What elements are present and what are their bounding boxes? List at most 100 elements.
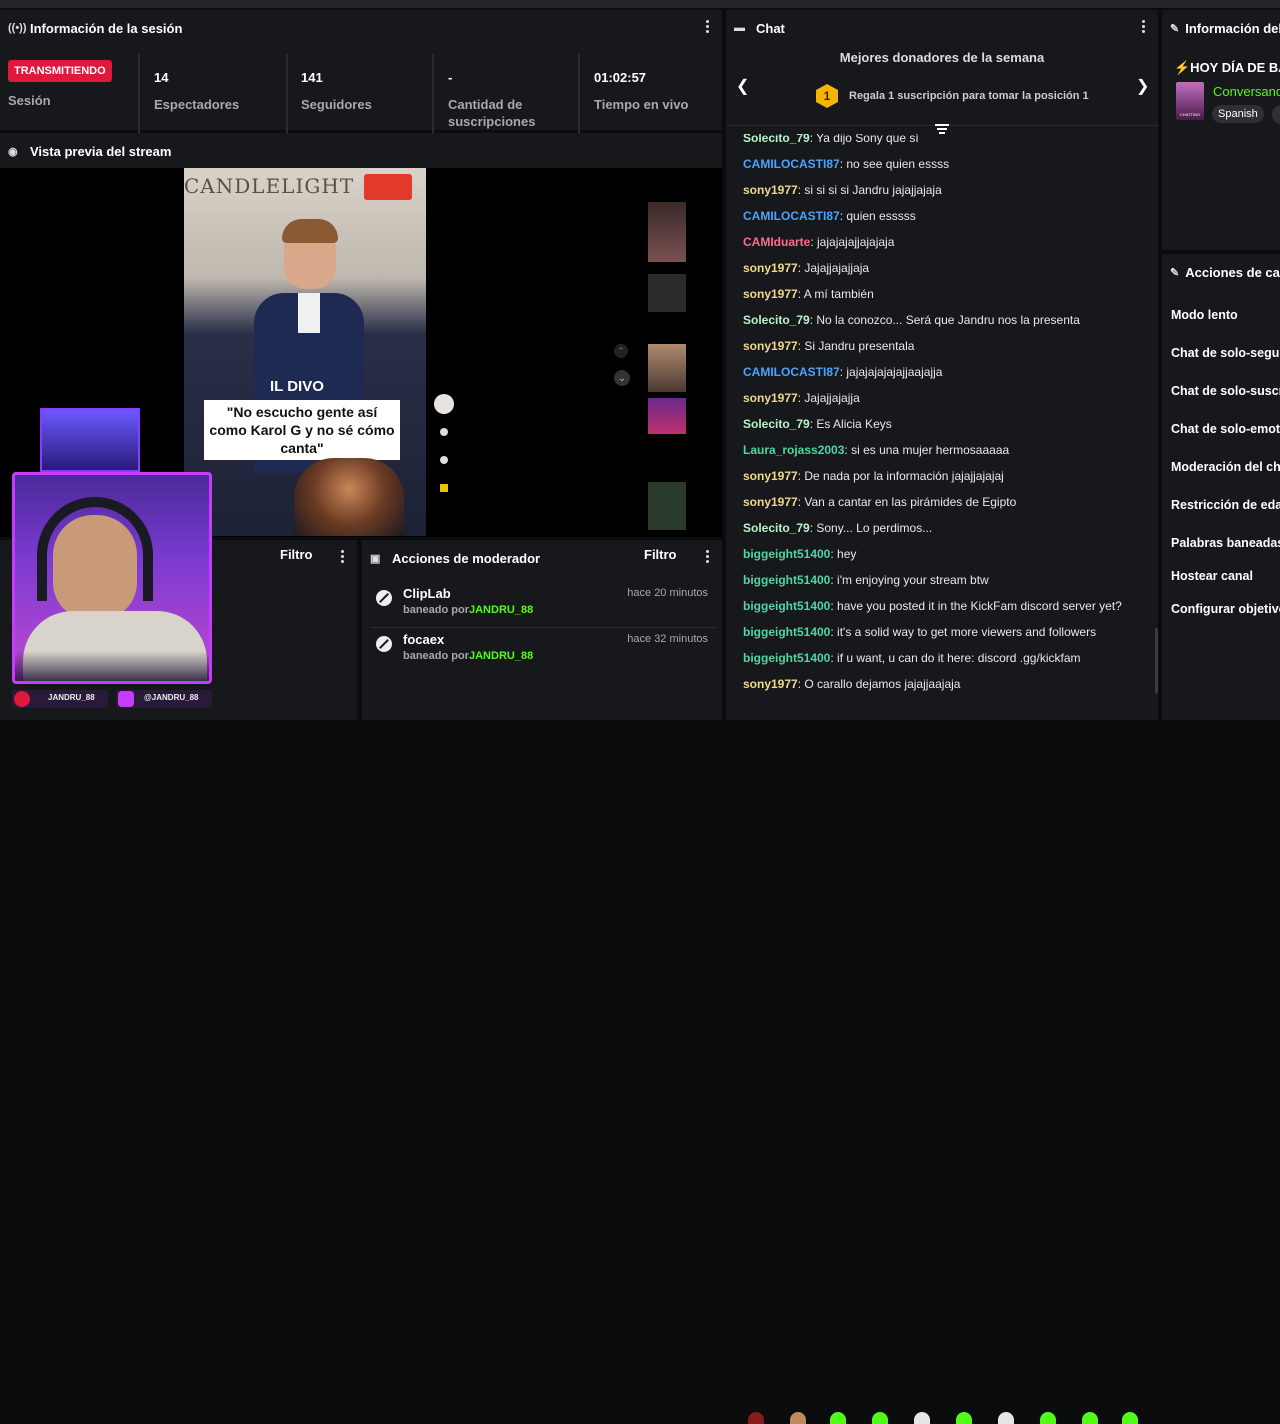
chat-text: si es una mujer hermosaaaaa [851,443,1010,457]
prev-arrow-icon[interactable]: ❮ [736,76,749,96]
chat-username[interactable]: CAMILOCASTI87 [743,365,840,379]
chat-separator: : [810,235,818,249]
emote-icon[interactable] [1122,1412,1138,1424]
chat-username[interactable]: biggeight51400 [743,599,830,613]
webcam-mountains [15,651,209,681]
mod-item-by[interactable]: JANDRU_88 [469,604,533,616]
rank-badge-icon: 1 [816,84,838,108]
ban-icon [376,636,392,652]
stream-title: ⚡HOY DÍA DE BAT [1174,60,1280,75]
emote-icon[interactable] [790,1412,806,1424]
action-chat-moderation[interactable]: Moderación del cha [1171,460,1280,474]
social-bar-2: @JANDRU_88 [116,690,212,708]
overlay-top-text: CANDLELIGHT [184,174,355,198]
emote-icon[interactable] [830,1412,846,1424]
youtube-icon [14,691,30,707]
action-emote-only[interactable]: Chat de solo-emote [1171,422,1280,436]
stream-info-panel: ✎ Información del ⚡HOY DÍA DE BAT CHATTI… [1162,10,1280,250]
chat-username[interactable]: sony1977 [743,391,798,405]
action-followers-only[interactable]: Chat de solo-segui [1171,346,1280,360]
chat-username[interactable]: sony1977 [743,495,798,509]
status-label: Sesión [8,93,51,108]
left-lower-menu-icon[interactable] [339,550,345,566]
wrench-icon: ✎ [1170,266,1180,279]
mod-actions-title: Acciones de moderador [392,550,541,566]
chat-text: De nada por la información jajajjajajaj [804,469,1004,483]
emote-icon[interactable] [872,1412,888,1424]
mod-action-item[interactable]: ClipLab baneado por JANDRU_88 hace 20 mi… [370,582,716,628]
action-age-restriction[interactable]: Restricción de eda [1171,498,1280,512]
chat-text: Es Alicia Keys [816,417,892,431]
stream-info-header: ✎ Información del [1162,10,1280,46]
instagram-icon [118,691,134,707]
next-arrow-icon[interactable]: ❯ [1136,76,1149,96]
chat-username[interactable]: CAMIduarte [743,235,810,249]
category-thumbnail[interactable]: CHATTING [1176,82,1204,120]
mod-action-item[interactable]: focaex baneado por JANDRU_88 hace 32 min… [370,628,716,674]
chat-title: Chat [756,20,785,36]
chat-username[interactable]: Solecito_79 [743,417,810,431]
emote-icon[interactable] [1082,1412,1098,1424]
viewers-label: Espectadores [154,97,240,112]
chat-menu-icon[interactable] [1140,20,1146,36]
social-handle-1: JANDRU_88 [48,693,95,702]
chat-username[interactable]: sony1977 [743,287,798,301]
feed-down-icon[interactable]: ⌄ [614,370,630,386]
chat-message: sony1977: De nada por la información jaj… [743,469,1004,483]
chat-username[interactable]: CAMILOCASTI87 [743,209,840,223]
chat-username[interactable]: Solecito_79 [743,521,810,535]
stream-preview-title: Vista previa del stream [30,143,172,159]
chat-username[interactable]: sony1977 [743,183,798,197]
ban-icon [376,590,392,606]
action-host-channel[interactable]: Hostear canal [1171,569,1253,583]
stream-preview-header: ◉ Vista previa del stream [0,133,722,169]
chat-username[interactable]: sony1977 [743,261,798,275]
chat-header: ▬ Chat [726,10,1158,46]
chat-username[interactable]: CAMILOCASTI87 [743,157,840,171]
left-filter-button[interactable]: Filtro [280,547,313,562]
category-link[interactable]: Conversand [1213,84,1280,99]
emote-icon[interactable] [748,1412,764,1424]
emote-icon[interactable] [914,1412,930,1424]
action-set-goal[interactable]: Configurar objetivo [1171,602,1280,616]
chat-username[interactable]: sony1977 [743,339,798,353]
mod-actions-menu-icon[interactable] [704,550,710,566]
action-subscribers-only[interactable]: Chat de solo-suscr [1171,384,1280,398]
chat-username[interactable]: sony1977 [743,677,798,691]
language-tag[interactable]: Spanish [1212,105,1264,123]
emote-icon[interactable] [1040,1412,1056,1424]
chat-text: hey [837,547,857,561]
action-slow-mode[interactable]: Modo lento [1171,308,1238,322]
chat-message: CAMILOCASTI87: no see quien essss [743,157,949,171]
mod-item-user: ClipLab [403,586,451,601]
chat-username[interactable]: biggeight51400 [743,547,830,561]
chat-text: jajajajajajajjaajajja [846,365,943,379]
mod-item-time: hace 20 minutos [627,587,708,599]
chat-message: biggeight51400: hey [743,547,856,561]
feed-up-icon[interactable]: ⌃ [614,344,628,358]
viewers-value: 14 [154,70,169,85]
mod-item-by[interactable]: JANDRU_88 [469,650,533,662]
chat-text: No la conozco... Será que Jandru nos la … [816,313,1080,327]
action-banned-words[interactable]: Palabras baneadas [1171,536,1280,550]
chat-username[interactable]: Solecito_79 [743,313,810,327]
chat-username[interactable]: Laura_rojass2003 [743,443,844,457]
chat-username[interactable]: biggeight51400 [743,573,830,587]
chat-text: if u want, u can do it here: discord .gg… [837,651,1081,665]
extra-tag[interactable] [1272,105,1280,124]
chat-scrollbar[interactable] [1155,628,1158,694]
chat-text: Sony... Lo perdimos... [816,521,933,535]
pin-collapse-icon[interactable] [935,124,949,134]
mod-filter-button[interactable]: Filtro [644,547,677,562]
emote-icon[interactable] [956,1412,972,1424]
stat-live-time: 01:02:57 Tiempo en vivo [586,54,722,140]
chat-username[interactable]: biggeight51400 [743,625,830,639]
emote-icon[interactable] [998,1412,1014,1424]
chat-username[interactable]: biggeight51400 [743,651,830,665]
chat-text: Jajajjajajja [804,391,860,405]
chat-message: CAMIduarte: jajajajajjajajaja [743,235,894,249]
stat-subscriptions: - Cantidad de suscripciones [440,54,580,140]
chat-username[interactable]: Solecito_79 [743,134,810,145]
overlay-logo [364,174,412,200]
chat-username[interactable]: sony1977 [743,469,798,483]
